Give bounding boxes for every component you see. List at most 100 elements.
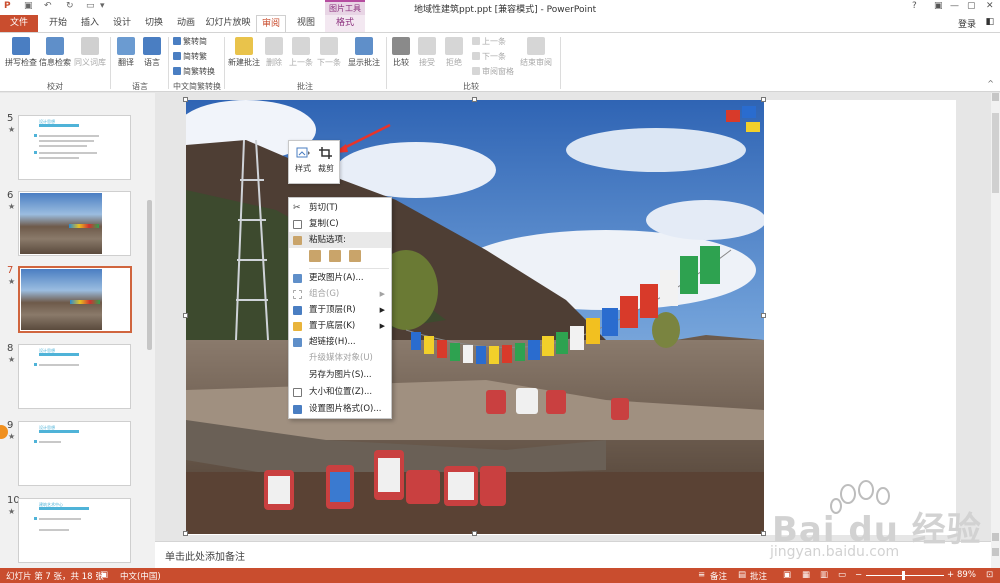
previous-slide-icon[interactable] [992,533,999,541]
new-comment-icon [235,37,253,55]
tab-file[interactable]: 文件 [0,15,38,32]
menu-item-group[interactable]: 组合(G) ▶ [289,286,391,302]
slide-thumbnail-10[interactable]: 建筑艺术中心 [18,498,131,563]
slide-thumbnail-9[interactable]: 设计思想 [18,421,131,486]
thesaurus-button[interactable]: 同义词库 [72,37,108,68]
save-icon[interactable]: ▣ [24,1,33,11]
customize-quick-access-icon[interactable]: ▾ [100,1,105,11]
minimize-button[interactable]: — [950,1,959,11]
next-change-button[interactable]: 下一条 [472,51,506,62]
menu-item-copy[interactable]: 复制(C) [289,216,391,232]
tab-view[interactable]: 视图 [292,15,320,32]
research-icon [46,37,64,55]
tab-animations[interactable]: 动画 [172,15,200,32]
tab-format[interactable]: 格式 [325,15,365,32]
crop-button[interactable]: 裁剪 [315,145,337,174]
menu-item-change-picture[interactable]: 更改图片(A)... [289,270,391,286]
zoom-level[interactable]: 89% [957,570,976,580]
resize-handle[interactable] [472,97,477,102]
collapse-ribbon-icon[interactable]: ^ [987,79,994,88]
delete-comment-button[interactable]: 删除 [263,37,285,68]
menu-item-hyperlink[interactable]: 超链接(H)... [289,334,391,350]
new-comment-button[interactable]: 新建批注 [227,37,261,68]
scroll-thumb[interactable] [992,113,999,193]
resize-handle[interactable] [761,531,766,536]
slide-thumbnail-panel: 5 ★ 设计思想 6 ★ 7 ★ 8 ★ 设计思想 9 ★ 设计思想 10 ★ … [0,93,155,568]
menu-item-cut[interactable]: ✂ 剪切(T) [289,200,391,216]
menu-item-upgrade-media[interactable]: 升级媒体对象(U) [289,350,391,366]
resize-handle[interactable] [183,313,188,318]
tab-transitions[interactable]: 切换 [140,15,168,32]
end-review-button[interactable]: 结束审阅 [518,37,554,68]
help-button[interactable]: ? [912,1,917,11]
review-pane-button[interactable]: 审阅窗格 [472,66,514,77]
slide-thumbnail-7[interactable] [18,266,132,333]
tab-home[interactable]: 开始 [44,15,72,32]
user-avatar-icon[interactable]: ◧ [985,17,994,27]
compare-button[interactable]: 比较 [390,37,412,68]
comments-toggle[interactable]: 批注 [750,570,767,582]
menu-item-send-to-back[interactable]: 置于底层(K) ▶ [289,318,391,334]
zoom-slider-thumb[interactable] [902,571,905,580]
chinese-conversion-button[interactable]: 简繁转换 [173,66,215,77]
reading-view-icon[interactable]: ▥ [820,570,828,580]
previous-change-button[interactable]: 上一条 [472,36,506,47]
resize-handle[interactable] [183,531,188,536]
notes-toggle[interactable]: 备注 [710,570,727,582]
undo-icon[interactable]: ↶ [44,1,52,11]
paste-as-picture-icon[interactable] [349,250,361,262]
accept-button[interactable]: 接受 [416,37,438,68]
resize-handle[interactable] [472,531,477,536]
restore-button[interactable]: ▢ [967,1,976,11]
resize-handle[interactable] [761,97,766,102]
slide-scrollbar[interactable] [991,93,1000,568]
tab-review[interactable]: 审阅 [256,15,286,32]
resize-handle[interactable] [761,313,766,318]
start-from-beginning-icon[interactable]: ▭ [86,1,95,11]
close-button[interactable]: ✕ [986,1,994,11]
research-button[interactable]: 信息检索 [38,37,72,68]
menu-item-format-picture[interactable]: 设置图片格式(O)... [289,401,391,417]
scroll-up-icon[interactable] [992,93,999,101]
paste-use-destination-theme-icon[interactable] [309,250,321,262]
zoom-in-icon[interactable]: + [947,570,954,580]
slide-thumbnail-6[interactable] [18,191,131,256]
fit-slide-icon[interactable]: ⊡ [986,570,993,580]
to-traditional-button[interactable]: 简转繁 [173,51,207,62]
slide-picture[interactable] [186,100,764,534]
menu-item-bring-to-front[interactable]: 置于顶层(R) ▶ [289,302,391,318]
slideshow-view-icon[interactable]: ▭ [838,570,846,580]
redo-icon[interactable]: ↻ [66,1,74,11]
resize-handle[interactable] [183,97,188,102]
normal-view-icon[interactable]: ▣ [783,570,791,580]
slide-sorter-icon[interactable]: ▦ [802,570,810,580]
reject-button[interactable]: 拒绝 [443,37,465,68]
tab-slideshow[interactable]: 幻灯片放映 [204,15,252,32]
sign-in-link[interactable]: 登录 [958,17,976,30]
translate-button[interactable]: 翻译 [114,37,138,68]
slide-thumbnail-8[interactable]: 设计思想 [18,344,131,409]
thumbnail-scrollbar[interactable] [147,200,152,350]
menu-item-size-position[interactable]: 大小和位置(Z)... [289,384,391,400]
tab-design[interactable]: 设计 [108,15,136,32]
show-comments-button[interactable]: 显示批注 [346,37,382,68]
to-simplified-button[interactable]: 繁转简 [173,36,207,47]
notes-toggle-icon[interactable]: ≡ [698,570,705,580]
spelling-button[interactable]: 拼写检查 [4,37,38,68]
previous-comment-button[interactable]: 上一条 [288,37,314,68]
style-button[interactable]: 样式 [292,145,314,174]
paste-keep-source-formatting-icon[interactable] [329,250,341,262]
ribbon-display-options-icon[interactable]: ▣ [934,1,943,11]
language-button[interactable]: 语言 [140,37,164,68]
language-status[interactable]: 中文(中国) [120,570,161,582]
tab-insert[interactable]: 插入 [76,15,104,32]
next-slide-icon[interactable] [992,548,999,556]
zoom-slider[interactable] [866,575,944,576]
spell-check-status-icon[interactable]: ▣ [100,570,108,580]
comments-toggle-icon[interactable]: ▤ [738,570,746,580]
end-review-icon [527,37,545,55]
next-comment-button[interactable]: 下一条 [316,37,342,68]
zoom-out-icon[interactable]: − [855,570,862,580]
menu-item-save-as-picture[interactable]: 另存为图片(S)... [289,367,391,383]
slide-thumbnail-5[interactable]: 设计思想 [18,115,131,180]
